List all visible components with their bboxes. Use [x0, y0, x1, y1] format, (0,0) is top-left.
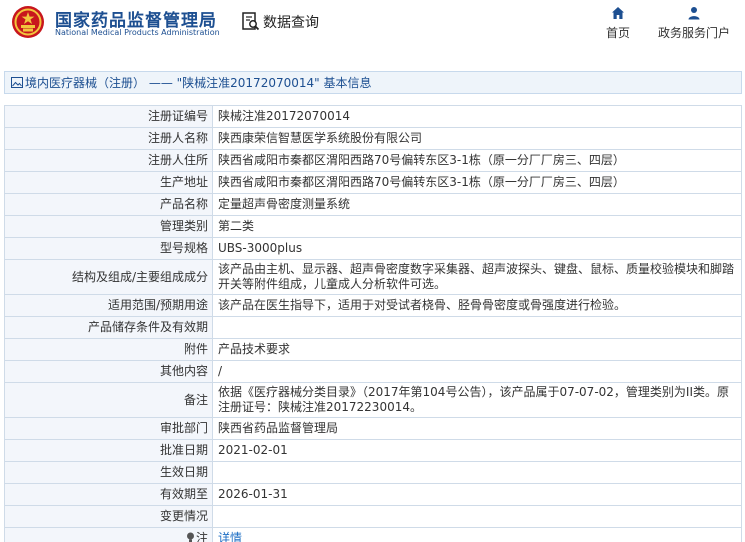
row-value: UBS-3000plus [212, 237, 742, 260]
row-value: 2026-01-31 [212, 483, 742, 506]
row-value: 该产品由主机、显示器、超声骨密度数字采集器、超声波探头、键盘、鼠标、质量校验模块… [212, 259, 742, 295]
row-label: 适用范围/预期用途 [4, 294, 213, 317]
row-value: 依据《医疗器械分类目录》（2017年第104号公告），该产品属于07-07-02… [212, 382, 742, 418]
document-search-icon [242, 12, 260, 31]
data-query-module[interactable]: 数据查询 [242, 11, 319, 33]
row-value [212, 461, 742, 484]
row-value: 第二类 [212, 215, 742, 238]
table-row: 批准日期 2021-02-01 [4, 439, 742, 462]
note-label: 注 [195, 531, 208, 542]
row-label: 注册人名称 [4, 127, 213, 150]
table-row: 结构及组成/主要组成成分 该产品由主机、显示器、超声骨密度数字采集器、超声波探头、… [4, 259, 742, 295]
row-label: 产品名称 [4, 193, 213, 216]
table-row: 适用范围/预期用途 该产品在医生指导下，适用于对受试者桡骨、胫骨骨密度或骨强度进行… [4, 294, 742, 317]
row-label: 其他内容 [4, 360, 213, 383]
row-value: 陕西康荣信智慧医学系统股份有限公司 [212, 127, 742, 150]
nav-service-label: 政务服务门户 [657, 26, 730, 40]
details-link[interactable]: 详情 [218, 531, 242, 542]
row-value: 陕械注准20172070014 [212, 105, 742, 128]
table-row: 生产地址 陕西省咸阳市秦都区渭阳西路70号偏转东区3-1栋（原一分厂厂房三、四层） [4, 171, 742, 194]
row-label: 备注 [4, 382, 213, 418]
row-value: 陕西省咸阳市秦都区渭阳西路70号偏转东区3-1栋（原一分厂厂房三、四层） [212, 149, 742, 172]
home-icon [612, 7, 624, 19]
module-title: 数据查询 [263, 15, 319, 31]
row-label: 批准日期 [4, 439, 213, 462]
nav-home[interactable]: 首页 [603, 6, 633, 41]
table-row: 注册证编号 陕械注准20172070014 [4, 105, 742, 128]
row-label: 产品储存条件及有效期 [4, 316, 213, 339]
row-label: 生产地址 [4, 171, 213, 194]
row-value: 陕西省咸阳市秦都区渭阳西路70号偏转东区3-1栋（原一分厂厂房三、四层） [212, 171, 742, 194]
row-label: 型号规格 [4, 237, 213, 260]
row-value: 该产品在医生指导下，适用于对受试者桡骨、胫骨骨密度或骨强度进行检验。 [212, 294, 742, 317]
image-icon [11, 77, 23, 88]
nav-service-portal[interactable]: 政务服务门户 [655, 6, 733, 41]
table-row: 变更情况 [4, 505, 742, 528]
row-label: 生效日期 [4, 461, 213, 484]
nav-home-label: 首页 [605, 26, 630, 40]
table-row: 生效日期 [4, 461, 742, 484]
row-label: 注 [4, 527, 213, 542]
table-row: 注册人住所 陕西省咸阳市秦都区渭阳西路70号偏转东区3-1栋（原一分厂厂房三、四层… [4, 149, 742, 172]
table-row: 附件 产品技术要求 [4, 338, 742, 361]
row-label: 变更情况 [4, 505, 213, 528]
row-value [212, 505, 742, 528]
breadcrumb-text: 境内医疗器械（注册） —— "陕械注准20172070014" 基本信息 [25, 76, 372, 90]
table-row: 审批部门 陕西省药品监督管理局 [4, 417, 742, 440]
table-row: 备注 依据《医疗器械分类目录》（2017年第104号公告），该产品属于07-07-… [4, 382, 742, 418]
row-value: 详情 [212, 527, 742, 542]
registration-detail-table: 注册证编号 陕械注准20172070014 注册人名称 陕西康荣信智慧医学系统股份有… [4, 105, 742, 542]
table-row: 管理类别 第二类 [4, 215, 742, 238]
row-value: / [212, 360, 742, 383]
table-row: 产品储存条件及有效期 [4, 316, 742, 339]
row-label: 审批部门 [4, 417, 213, 440]
row-label: 结构及组成/主要组成成分 [4, 259, 213, 295]
national-emblem-icon [12, 6, 44, 38]
row-label: 附件 [4, 338, 213, 361]
row-value: 2021-02-01 [212, 439, 742, 462]
table-row: 有效期至 2026-01-31 [4, 483, 742, 506]
table-row: 型号规格 UBS-3000plus [4, 237, 742, 260]
table-row: 注册人名称 陕西康荣信智慧医学系统股份有限公司 [4, 127, 742, 150]
brand-subtitle: National Medical Products Administration [55, 28, 220, 37]
row-value [212, 316, 742, 339]
table-row: 其他内容 / [4, 360, 742, 383]
table-row: 注 详情 [4, 527, 742, 542]
row-value: 定量超声骨密度测量系统 [212, 193, 742, 216]
row-value: 产品技术要求 [212, 338, 742, 361]
lightbulb-icon [186, 532, 194, 542]
table-row: 产品名称 定量超声骨密度测量系统 [4, 193, 742, 216]
row-label: 有效期至 [4, 483, 213, 506]
row-label: 注册证编号 [4, 105, 213, 128]
row-label: 管理类别 [4, 215, 213, 238]
breadcrumb: 境内医疗器械（注册） —— "陕械注准20172070014" 基本信息 [4, 71, 742, 94]
user-icon [688, 7, 700, 20]
row-label: 注册人住所 [4, 149, 213, 172]
site-header: 国家药品监督管理局 National Medical Products Admi… [0, 0, 745, 52]
row-value: 陕西省药品监督管理局 [212, 417, 742, 440]
